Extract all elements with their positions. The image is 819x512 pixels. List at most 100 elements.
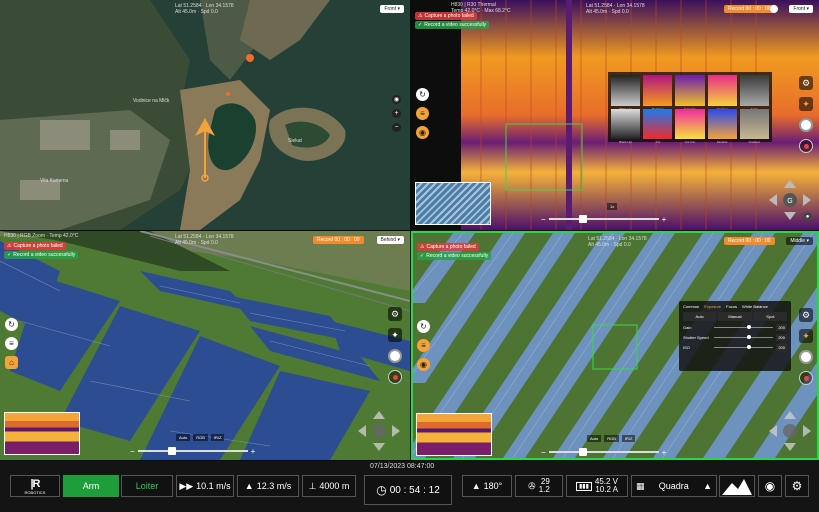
lock-icon[interactable]: ● xyxy=(803,212,812,221)
gain-slider[interactable] xyxy=(714,325,774,329)
lens-rgb[interactable]: RGB xyxy=(193,434,208,441)
palette-option[interactable]: White Hot xyxy=(611,75,641,111)
thermal-pip-preview[interactable] xyxy=(4,412,80,455)
clock-icon: ◷ xyxy=(376,483,387,497)
lens-irz[interactable]: IR/Z xyxy=(210,434,225,441)
gimbal-icon[interactable]: ≡ xyxy=(416,107,429,120)
zoom-out-icon[interactable]: − xyxy=(392,123,401,132)
palette-option[interactable]: Fulgurite xyxy=(675,75,705,111)
record-button[interactable] xyxy=(388,370,402,384)
palette-option[interactable]: Gradient xyxy=(739,108,769,144)
thermal-zoom-slider[interactable]: − + xyxy=(541,213,666,225)
setting-value[interactable]: 200 xyxy=(776,344,787,351)
mode-manual[interactable]: Manual xyxy=(718,312,752,321)
gps-values: 29 1.2 xyxy=(538,477,550,494)
zoom-in-button[interactable]: + xyxy=(251,447,256,456)
palette-option[interactable]: Ironbow xyxy=(707,75,737,111)
shutter-speed-slider[interactable] xyxy=(714,335,774,339)
zoom-in-button[interactable]: + xyxy=(662,448,667,457)
settings-button[interactable]: ⚙ xyxy=(785,475,809,497)
setting-value[interactable]: 200 xyxy=(776,334,787,341)
map-view[interactable]: Lat 51.2584 · Lon 34.1578 Alt 45.0m · Spd… xyxy=(0,0,410,230)
zoom-track[interactable] xyxy=(548,215,659,223)
record-button[interactable] xyxy=(799,139,813,153)
palette-option[interactable]: Medical xyxy=(707,108,737,144)
advanced-settings-icon[interactable]: ✦ xyxy=(388,328,402,342)
zoom-thumb[interactable] xyxy=(578,215,587,223)
shutter-button[interactable] xyxy=(799,118,813,132)
palette-option[interactable]: Black Hot xyxy=(611,108,641,144)
camera-settings-panel[interactable]: Common Exposure Focus White Balance Auto… xyxy=(679,301,791,371)
rotate-icon[interactable]: ↻ xyxy=(417,320,430,333)
loiter-button[interactable]: Loiter xyxy=(121,475,173,497)
rotate-icon[interactable]: ↻ xyxy=(5,318,18,331)
zoom-track[interactable] xyxy=(137,447,248,455)
rgb-camera-view[interactable]: H830 | RGB Zoom · Temp 42.0°C Lat 51.258… xyxy=(0,231,410,460)
logo-mark-icon: |R xyxy=(30,477,40,490)
tracking-icon[interactable]: ⌂ xyxy=(5,356,18,369)
palette-picker[interactable]: White Hot Rainbow Fulgurite Ironbow Arct… xyxy=(608,72,772,144)
palette-option[interactable]: Rainbow xyxy=(643,75,673,111)
lens-selector[interactable]: Auto RGB IR/Z xyxy=(176,434,225,441)
rgb-zoom-slider[interactable]: − + xyxy=(130,445,255,457)
rotate-icon[interactable]: ↻ xyxy=(416,88,429,101)
camera-settings-icon[interactable]: ⚙ xyxy=(388,307,402,321)
tab-common[interactable]: Common xyxy=(683,304,699,309)
battery-icon: ▮▮▮ xyxy=(575,481,592,491)
palette-option[interactable]: Tint xyxy=(643,108,673,144)
eye-icon[interactable]: ◉ xyxy=(417,358,430,371)
gps-status: ✇ 29 1.2 xyxy=(515,475,563,497)
thermal-camera-view[interactable]: H830 | R30 Thermal Temp 42.0°C · Max 68.2… xyxy=(411,0,819,230)
advanced-settings-icon[interactable]: ✦ xyxy=(799,329,813,343)
mode-spot[interactable]: Spot xyxy=(753,312,787,321)
lens-irz[interactable]: IR/Z xyxy=(621,435,636,442)
zoom-out-button[interactable]: − xyxy=(541,448,546,457)
mode-auto[interactable]: Auto xyxy=(683,312,717,321)
zoom-thumb[interactable] xyxy=(167,447,176,455)
shutter-button[interactable] xyxy=(388,349,402,363)
zoom-out-button[interactable]: − xyxy=(541,215,546,224)
camera-select[interactable]: Behind ▾ xyxy=(376,236,404,244)
palette-option[interactable]: Arctic xyxy=(739,75,769,111)
gimbal-dpad[interactable] xyxy=(356,409,402,453)
main-zoom-slider[interactable]: − + xyxy=(541,446,666,458)
shutter-button[interactable] xyxy=(799,350,813,364)
zoom-in-button[interactable]: + xyxy=(662,215,667,224)
setting-value[interactable]: 200 xyxy=(776,324,787,331)
gimbal-icon[interactable]: ≡ xyxy=(5,337,18,350)
palette-option[interactable]: Hot Iron xyxy=(675,108,705,144)
tab-white-balance[interactable]: White Balance xyxy=(742,304,768,309)
advanced-settings-icon[interactable]: ✦ xyxy=(799,97,813,111)
active-camera-view[interactable]: Lat 51.2584 · Lon 34.1578 Alt 45.0m · Spd… xyxy=(411,231,819,460)
arm-button[interactable]: Arm xyxy=(63,475,119,497)
camera-select[interactable]: Front ▾ xyxy=(789,5,813,13)
tab-exposure[interactable]: Exposure xyxy=(704,304,721,309)
camera-select[interactable]: Middle ▾ xyxy=(786,237,813,245)
battery-status: ▮▮▮ 45.2 V 10.2 A xyxy=(566,475,628,497)
zoom-track[interactable] xyxy=(548,448,659,456)
iso-slider[interactable] xyxy=(714,345,774,349)
lens-auto[interactable]: Auto xyxy=(587,435,602,442)
layout-select[interactable]: ▦ Quadra ▲ xyxy=(631,475,717,497)
user-profile-button[interactable]: ◉ xyxy=(758,475,782,497)
lens-rgb[interactable]: RGB xyxy=(604,435,619,442)
eye-icon[interactable]: ◉ xyxy=(416,126,429,139)
climb-icon: ▲ xyxy=(244,481,254,491)
camera-settings-icon[interactable]: ⚙ xyxy=(799,308,813,322)
gimbal-dpad[interactable] xyxy=(767,409,813,453)
camera-settings-icon[interactable]: ⚙ xyxy=(799,76,813,90)
lens-selector[interactable]: Auto RGB IR/Z xyxy=(587,435,636,442)
zoom-out-button[interactable]: − xyxy=(130,447,135,456)
record-button[interactable] xyxy=(799,371,813,385)
gimbal-icon[interactable]: ≡ xyxy=(417,339,430,352)
heading: ▲ 180° xyxy=(462,475,512,497)
media-gallery-button[interactable] xyxy=(719,475,755,497)
zoom-thumb[interactable] xyxy=(578,448,587,456)
lens-auto[interactable]: Auto xyxy=(176,434,191,441)
drone-control-app: Lat 51.2584 · Lon 34.1578 Alt 45.0m · Spd… xyxy=(0,0,819,512)
locate-icon[interactable]: ◉ xyxy=(392,95,401,104)
rgb-pip-preview[interactable] xyxy=(415,182,491,225)
zoom-in-icon[interactable]: + xyxy=(392,109,401,118)
tab-focus[interactable]: Focus xyxy=(726,304,737,309)
thermal-pip-preview[interactable] xyxy=(416,413,492,456)
